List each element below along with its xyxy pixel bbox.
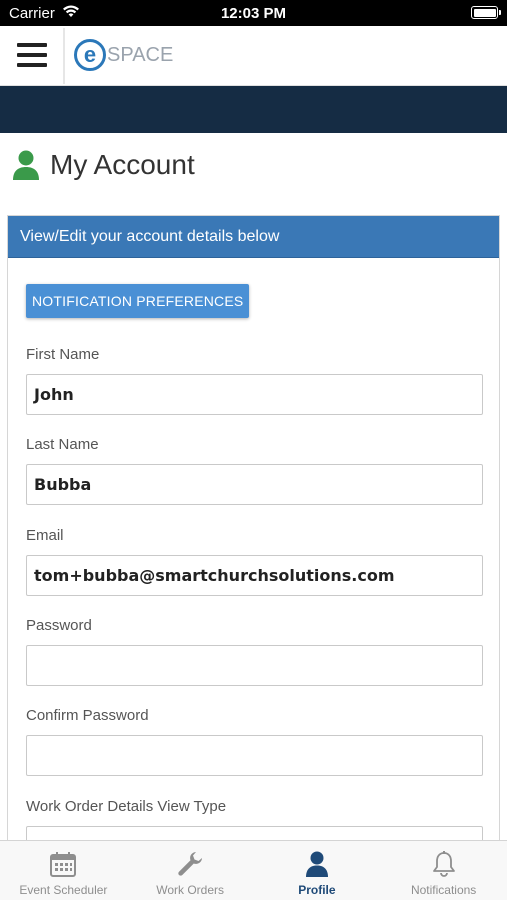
tab-label-event-scheduler: Event Scheduler (19, 883, 108, 897)
hamburger-menu-icon[interactable] (17, 42, 47, 68)
header-divider (63, 28, 65, 84)
view-type-label: Work Order Details View Type (26, 798, 227, 815)
status-bar: Carrier 12:03 PM (0, 0, 507, 26)
card-header: View/Edit your account details below (8, 216, 499, 258)
logo-e-mark: e (74, 39, 106, 71)
tab-profile[interactable]: Profile (254, 841, 381, 900)
confirm-password-label: Confirm Password (26, 707, 149, 724)
app-header: e SPACE (0, 26, 507, 86)
password-input[interactable] (26, 645, 483, 686)
tab-label-work-orders: Work Orders (156, 883, 225, 897)
wrench-icon (175, 849, 205, 879)
tab-label-notifications: Notifications (410, 883, 477, 897)
page-title: My Account (50, 149, 195, 180)
password-label: Password (26, 617, 92, 634)
confirm-password-input[interactable] (26, 735, 483, 776)
account-card: View/Edit your account details below NOT… (7, 215, 500, 867)
first-name-label: First Name (26, 346, 100, 363)
header-band (0, 86, 507, 133)
profile-icon (302, 849, 332, 879)
logo-text: SPACE (107, 43, 174, 66)
page-title-row: My Account (12, 145, 195, 185)
last-name-input[interactable]: Bubba (26, 464, 483, 505)
bell-icon (429, 849, 459, 879)
first-name-input[interactable]: John (26, 374, 483, 415)
espace-logo[interactable]: e SPACE (74, 36, 173, 74)
battery-icon (471, 6, 501, 19)
tab-label-profile: Profile (298, 883, 336, 897)
tab-notifications[interactable]: Notifications (380, 841, 507, 900)
tab-event-scheduler[interactable]: Event Scheduler (0, 841, 127, 900)
email-label: Email (26, 527, 64, 544)
user-icon (13, 150, 39, 180)
last-name-label: Last Name (26, 436, 99, 453)
tab-work-orders[interactable]: Work Orders (127, 841, 254, 900)
email-input[interactable]: tom+bubba@smartchurchsolutions.com (26, 555, 483, 596)
clock: 12:03 PM (220, 5, 287, 22)
notification-preferences-button[interactable]: NOTIFICATION PREFERENCES (26, 284, 250, 318)
tab-bar: Event Scheduler Work Orders Profile Noti… (0, 840, 507, 900)
calendar-icon (48, 849, 78, 879)
